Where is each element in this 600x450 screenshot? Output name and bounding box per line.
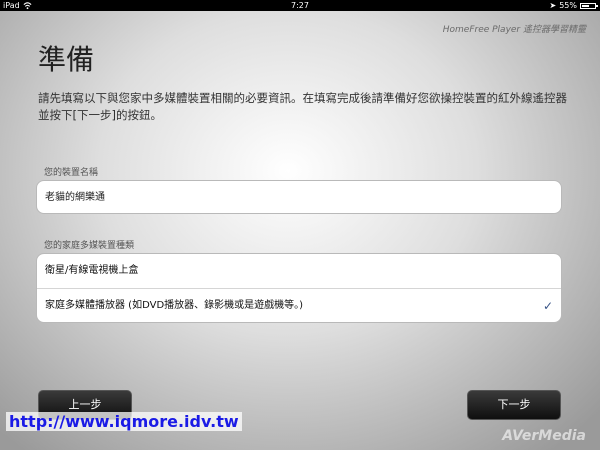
next-button[interactable]: 下一步 (467, 390, 561, 420)
checkmark-icon: ✓ (542, 299, 553, 313)
page-description: 請先填寫以下與您家中多媒體裝置相關的必要資訊。在填寫完成後請準備好您欲操控裝置的… (38, 91, 567, 122)
device-name-field[interactable]: 老貓的網樂通 (36, 180, 562, 214)
battery-percent: 55% (559, 1, 577, 10)
status-right: ➤ 55% (549, 0, 598, 11)
device-type-option-settop[interactable]: 衛星/有線電視機上盒 (37, 254, 561, 288)
device-type-option-player[interactable]: 家庭多媒體播放器 (如DVD播放器、錄影機或是遊戲機等。) ✓ (37, 288, 561, 322)
device-type-label: 您的家庭多媒裝置種類 (44, 241, 135, 251)
watermark-url: http://www.iqmore.idv.tw (6, 412, 242, 431)
battery-icon (580, 2, 598, 9)
device-type-list: 衛星/有線電視機上盒 家庭多媒體播放器 (如DVD播放器、錄影機或是遊戲機等。)… (36, 253, 562, 323)
option-label: 衛星/有線電視機上盒 (45, 265, 139, 276)
option-label: 家庭多媒體播放器 (如DVD播放器、錄影機或是遊戲機等。) (45, 300, 304, 311)
clock: 7:27 (291, 1, 309, 10)
status-bar: iPad 7:27 ➤ 55% (0, 0, 600, 11)
brand-caption: HomeFree Player 遙控器學習精靈 (442, 25, 586, 35)
avermedia-logo: AVerMedia (502, 428, 586, 444)
location-icon: ➤ (549, 1, 557, 10)
page-title: 準備 (38, 43, 95, 76)
device-name-label: 您的裝置名稱 (44, 168, 99, 178)
